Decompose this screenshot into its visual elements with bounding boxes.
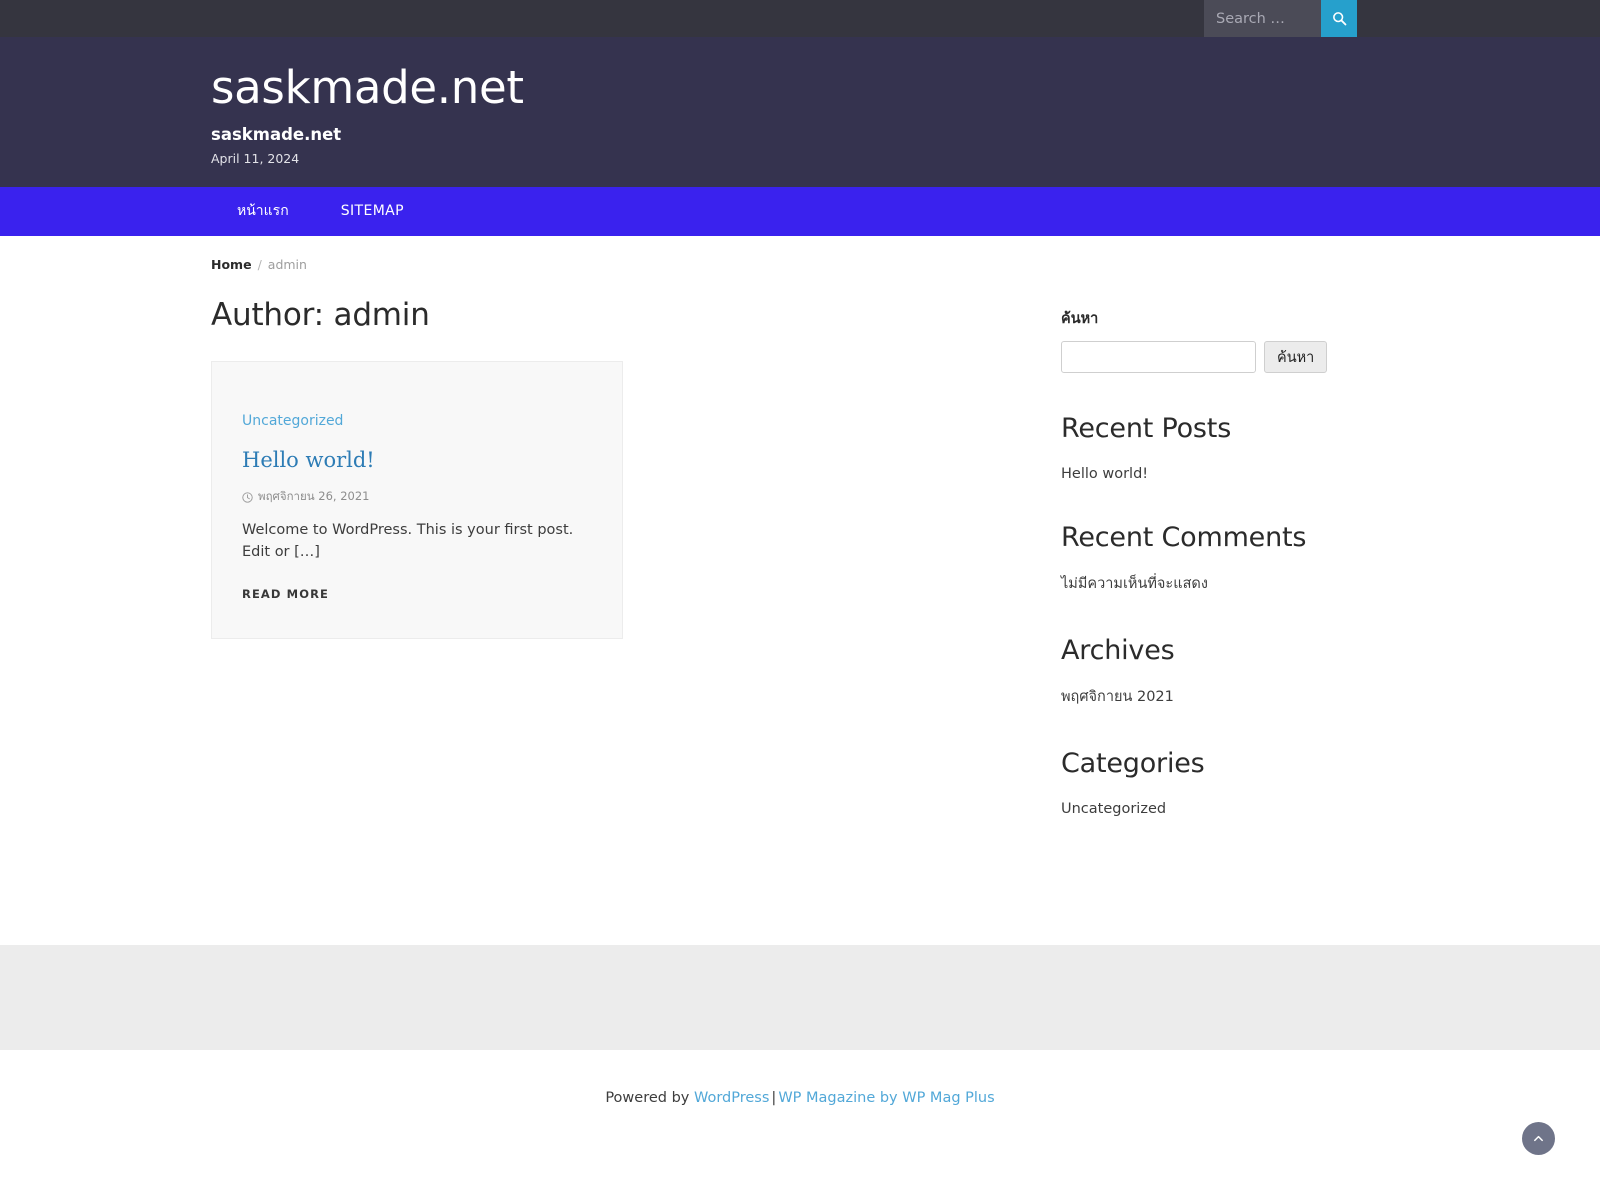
breadcrumb-home-link[interactable]: Home [211, 257, 252, 272]
site-date: April 11, 2024 [211, 150, 300, 166]
breadcrumb-separator: / [257, 257, 262, 272]
wordpress-link[interactable]: WordPress [694, 1090, 769, 1106]
category-link[interactable]: Uncategorized [1061, 801, 1166, 817]
nav-item-home[interactable]: หน้าแรก [211, 187, 315, 236]
recent-post-link[interactable]: Hello world! [1061, 466, 1148, 482]
read-more-link[interactable]: READ MORE [242, 587, 329, 601]
post-date: พฤศจิกายน 26, 2021 [258, 489, 370, 504]
widget-title-recent-comments: Recent Comments [1061, 522, 1307, 553]
footer-widget-area [0, 945, 1600, 1050]
footer-credit: Powered by WordPress | WP Magazine by WP M… [0, 1050, 1600, 1106]
widget-archives: Archives พฤศจิกายน 2021 [1061, 635, 1341, 708]
content-wrapper: Home / admin Author: admin Uncategorized H… [0, 236, 1600, 857]
post-category-link[interactable]: Uncategorized [242, 413, 343, 429]
widget-title-archives: Archives [1061, 635, 1175, 666]
widget-categories: Categories Uncategorized [1061, 748, 1341, 817]
topbar-search-form [1204, 0, 1357, 37]
search-icon [1332, 11, 1347, 26]
nav-item-sitemap[interactable]: SITEMAP [315, 187, 430, 236]
topbar-search-input[interactable] [1204, 0, 1321, 37]
theme-credit-link[interactable]: WP Magazine by WP Mag Plus [778, 1090, 994, 1106]
main-navigation: หน้าแรก SITEMAP [0, 187, 1600, 236]
categories-list: Uncategorized [1061, 798, 1341, 817]
clock-icon [242, 492, 253, 503]
breadcrumb-current: admin [267, 257, 307, 272]
post-title-link[interactable]: Hello world! [242, 448, 375, 472]
topbar [0, 0, 1600, 37]
list-item: Uncategorized [1061, 798, 1341, 817]
post-excerpt: Welcome to WordPress. This is your first… [242, 522, 574, 560]
list-item: พฤศจิกายน 2021 [1061, 685, 1341, 708]
widget-title-categories: Categories [1061, 748, 1205, 779]
main-column: Author: admin Uncategorized Hello world! [211, 297, 1061, 857]
breadcrumb: Home / admin [211, 236, 1389, 272]
archives-list: พฤศจิกายน 2021 [1061, 685, 1341, 708]
columns: Author: admin Uncategorized Hello world! [211, 297, 1389, 857]
footer-separator: | [771, 1090, 777, 1106]
recent-posts-list: Hello world! [1061, 463, 1341, 482]
page-root: saskmade.net saskmade.net April 11, 2024… [0, 0, 1600, 1200]
widget-search: ค้นหา ค้นหา [1061, 307, 1341, 373]
sidebar-search-input[interactable] [1061, 341, 1256, 373]
post-meta: พฤศจิกายน 26, 2021 [242, 488, 592, 506]
sidebar: ค้นหา ค้นหา Recent Posts Hello world! Re… [1061, 297, 1341, 857]
recent-comments-empty-text: ไม่มีความเห็นที่จะแสดง [1061, 576, 1208, 592]
widget-recent-comments: Recent Comments ไม่มีความเห็นที่จะแสดง [1061, 522, 1341, 595]
post-title: Hello world! [242, 448, 592, 473]
topbar-search-button[interactable] [1321, 0, 1357, 37]
widget-recent-posts: Recent Posts Hello world! [1061, 413, 1341, 482]
archive-link[interactable]: พฤศจิกายน 2021 [1061, 689, 1174, 705]
scroll-to-top-button[interactable] [1522, 1122, 1555, 1155]
sidebar-search-button[interactable]: ค้นหา [1264, 341, 1328, 373]
chevron-up-icon [1532, 1132, 1545, 1145]
post-card: Uncategorized Hello world! พฤศจิกายน 26,… [211, 361, 623, 639]
page-title: Author: admin [211, 297, 430, 333]
site-tagline: saskmade.net [211, 124, 342, 144]
widget-title-recent-posts: Recent Posts [1061, 413, 1232, 444]
powered-by-text: Powered by [605, 1090, 690, 1106]
site-header: saskmade.net saskmade.net April 11, 2024 [0, 37, 1600, 187]
sidebar-search-label: ค้นหา [1061, 311, 1099, 327]
sidebar-search-form: ค้นหา [1061, 341, 1341, 373]
site-title[interactable]: saskmade.net [211, 63, 1600, 113]
list-item: Hello world! [1061, 463, 1341, 482]
